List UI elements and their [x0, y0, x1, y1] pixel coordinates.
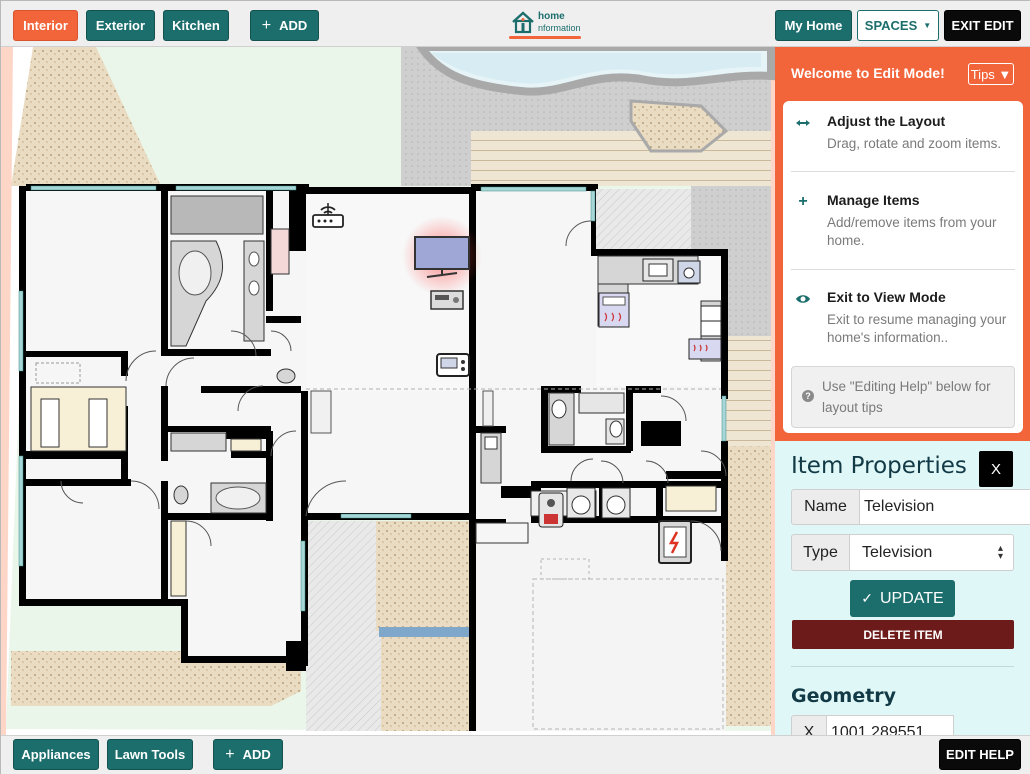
tip-description: Drag, rotate and zoom items.: [827, 136, 1002, 151]
edit-help-button[interactable]: EDIT HELP: [939, 739, 1021, 770]
stove-device-icon: [598, 292, 630, 328]
top-toolbar: Interior Exterior Kitchen + ADD home nfo…: [1, 1, 1030, 47]
welcome-heading: Welcome to Edit Mode!: [791, 65, 945, 81]
select-updown-icon: ▴ ▾: [997, 543, 1003, 562]
geometry-heading: Geometry: [791, 685, 897, 707]
electrical-panel-icon: [658, 520, 692, 564]
tip-description: Add/remove items from your home.: [827, 215, 997, 248]
delete-item-button[interactable]: DELETE ITEM: [792, 620, 1014, 649]
tip-description: Exit to resume managing your home's info…: [827, 312, 1007, 345]
floor-plan-drawing: [6, 47, 775, 735]
house-logo-icon: [512, 11, 534, 34]
eye-icon: [796, 295, 810, 303]
type-field-label: Type: [791, 534, 850, 571]
tab-exterior[interactable]: Exterior: [86, 10, 155, 41]
tips-card: Adjust the Layout Drag, rotate and zoom …: [783, 101, 1023, 433]
microwave-device-icon: [688, 338, 722, 360]
add-item-button[interactable]: + ADD: [213, 739, 283, 770]
bottom-toolbar: Appliances Lawn Tools + ADD EDIT HELP: [1, 735, 1030, 774]
drag-hand-icon: [796, 120, 810, 126]
question-icon: ?: [802, 390, 814, 402]
plus-icon: +: [225, 745, 235, 763]
name-input[interactable]: Television: [859, 489, 1030, 525]
update-button[interactable]: ✓ UPDATE: [850, 580, 955, 617]
tab-lawn-tools[interactable]: Lawn Tools: [107, 739, 193, 770]
tip-title: Exit to View Mode: [827, 289, 946, 305]
plus-icon: +: [261, 16, 272, 34]
tab-appliances[interactable]: Appliances: [13, 739, 99, 770]
tab-interior[interactable]: Interior: [13, 10, 78, 41]
logo-text-home: home: [538, 11, 565, 22]
add-item-label: ADD: [242, 747, 271, 762]
tip-title: Manage Items: [827, 192, 920, 208]
exit-edit-button[interactable]: EXIT EDIT: [944, 10, 1021, 41]
x-coordinate-value: 1001.289551: [831, 724, 925, 735]
app-logo: home nformation: [509, 9, 583, 39]
dryer-device-icon: [601, 487, 631, 519]
add-space-label: ADD: [279, 18, 308, 33]
sink-device-icon: [642, 258, 674, 282]
editing-help-hint: ? Use "Editing Help" below for layout ti…: [791, 366, 1015, 428]
my-home-button[interactable]: My Home: [775, 10, 852, 41]
logo-underline: [509, 36, 581, 39]
spaces-dropdown[interactable]: SPACES ▼: [857, 10, 939, 41]
spaces-label: SPACES: [864, 18, 918, 33]
fridge-device-icon: [700, 305, 722, 337]
edit-side-panel: Welcome to Edit Mode! Tips ▼ Adjust the …: [775, 47, 1030, 735]
tip-title: Adjust the Layout: [827, 113, 946, 129]
type-select[interactable]: Television ▴ ▾: [849, 534, 1014, 571]
washer-device-icon: [566, 487, 596, 519]
close-properties-button[interactable]: X: [979, 451, 1013, 487]
x-field-label: X: [791, 715, 827, 735]
water-heater-icon: [538, 492, 564, 528]
check-icon: ✓: [861, 590, 873, 606]
type-select-value: Television: [862, 543, 933, 561]
update-label: UPDATE: [880, 589, 944, 607]
add-space-button[interactable]: + ADD: [250, 10, 319, 41]
hint-text: Use "Editing Help" below for layout tips: [822, 379, 991, 415]
tip-divider: [791, 171, 1015, 172]
caret-down-icon: ▼: [923, 21, 932, 30]
name-field-label: Name: [791, 489, 860, 525]
x-coordinate-input[interactable]: 1001.289551: [826, 715, 954, 735]
properties-divider: [791, 666, 1014, 667]
tip-divider: [791, 269, 1015, 270]
item-properties-panel: Item Properties X Name Television Type T…: [775, 441, 1030, 735]
item-properties-title: Item Properties: [791, 453, 967, 479]
coffee-maker-icon: [677, 260, 701, 284]
receiver-device-icon: [430, 290, 464, 310]
plus-icon: +: [798, 193, 808, 210]
logo-text-information: nformation: [538, 23, 581, 33]
tab-kitchen[interactable]: Kitchen: [163, 10, 229, 41]
floor-plan-canvas[interactable]: [1, 47, 775, 735]
thermostat-device-icon: [436, 353, 470, 377]
app-window: Interior Exterior Kitchen + ADD home nfo…: [0, 0, 1030, 774]
tips-toggle-button[interactable]: Tips ▼: [968, 63, 1014, 85]
